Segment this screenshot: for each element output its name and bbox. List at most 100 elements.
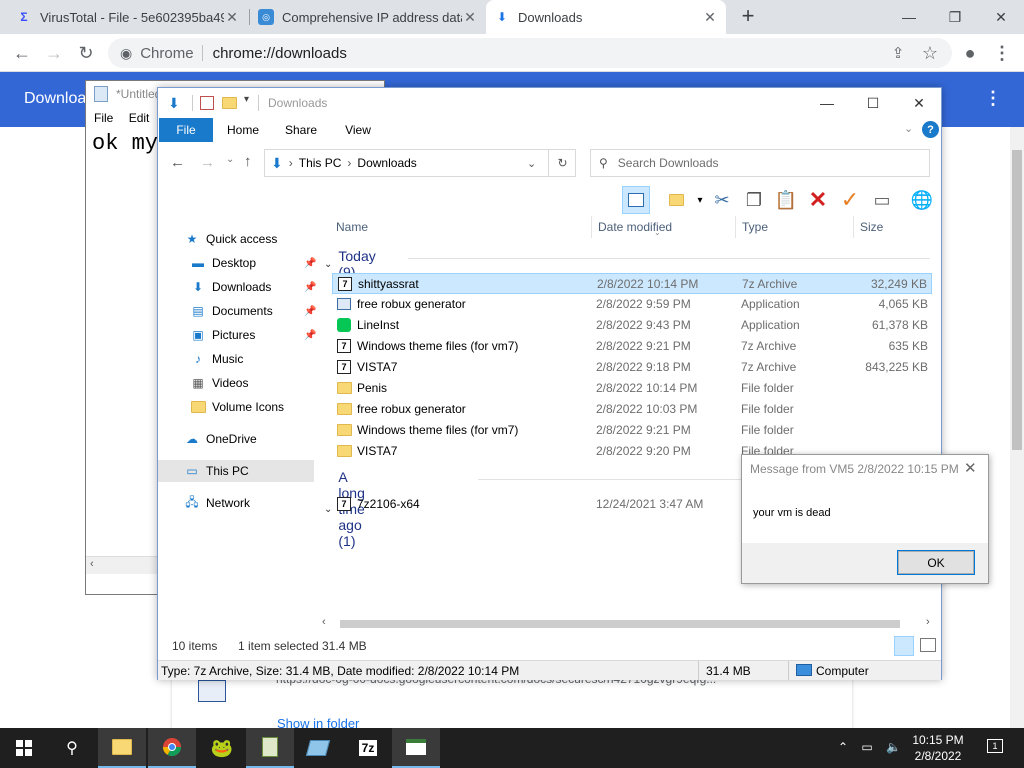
tab-virustotal[interactable]: Σ VirusTotal - File - 5e602395ba49 ✕	[8, 0, 248, 34]
rename-icon[interactable]: ▭	[868, 186, 896, 214]
new-tab-button[interactable]: +	[736, 5, 760, 29]
menu-kebab-icon[interactable]: ⋮	[990, 41, 1014, 65]
tab-view[interactable]: View	[333, 118, 383, 142]
menu-file[interactable]: File	[94, 111, 113, 125]
close-icon[interactable]: ✕	[964, 459, 977, 477]
nav-item-onedrive[interactable]: ☁ OneDrive	[184, 428, 257, 450]
breadcrumb-this-pc[interactable]: This PC	[299, 156, 342, 170]
menu-edit[interactable]: Edit	[129, 111, 150, 125]
show-hidden-icons[interactable]: ⌃	[838, 740, 848, 754]
tab-share[interactable]: Share	[276, 118, 326, 142]
help-icon[interactable]: ?	[922, 121, 939, 138]
taskbar-book-app[interactable]	[294, 728, 342, 768]
breadcrumb-downloads[interactable]: Downloads	[357, 156, 416, 170]
file-row[interactable]: LineInst 2/8/2022 9:43 PM Application 61,37…	[332, 315, 932, 336]
address-box[interactable]: ⬇ › This PC › Downloads ⌄	[264, 149, 576, 177]
cut-icon[interactable]: ✂	[708, 186, 736, 214]
tab-home[interactable]: Home	[218, 118, 268, 142]
scroll-thumb[interactable]	[340, 620, 900, 628]
properties-icon[interactable]	[200, 96, 214, 110]
taskbar-frog-app-icon[interactable]: 🐸	[198, 728, 246, 768]
taskbar-notepad[interactable]	[246, 728, 294, 768]
close-window-button[interactable]: ✕	[896, 88, 942, 118]
downloads-menu-icon[interactable]: ⋮	[984, 88, 1002, 109]
scroll-left-icon[interactable]: ‹	[90, 558, 94, 570]
forward-arrow-icon[interactable]: →	[200, 154, 215, 171]
file-row[interactable]: 7 VISTA7 2/8/2022 9:18 PM 7z Archive 843,225…	[332, 357, 932, 378]
nav-item-documents[interactable]: ▤ Documents 📌	[190, 300, 316, 322]
start-button[interactable]	[0, 728, 48, 768]
ok-button[interactable]: OK	[897, 550, 975, 575]
taskbar-chrome[interactable]	[148, 728, 196, 768]
recent-locations-icon[interactable]: ⌄	[226, 154, 234, 165]
bookmark-star-icon[interactable]: ☆	[918, 41, 942, 65]
notepad-text-area[interactable]: ok my	[92, 131, 158, 156]
maximize-button[interactable]: ☐	[850, 88, 896, 118]
collapse-chevron-icon[interactable]: ⌄	[324, 259, 332, 270]
close-icon[interactable]: ✕	[462, 9, 478, 26]
copy-icon[interactable]: ❐	[740, 186, 768, 214]
close-icon[interactable]: ✕	[224, 9, 240, 26]
delete-icon[interactable]: ✕	[804, 186, 832, 214]
search-input[interactable]: ⚲ Search Downloads	[590, 149, 930, 177]
minimize-button[interactable]: —	[804, 88, 850, 118]
nav-item-quick-access[interactable]: ★ Quick access	[184, 228, 278, 250]
close-window-button[interactable]: ✕	[978, 0, 1024, 34]
nav-item-volume-icons[interactable]: Volume Icons	[190, 396, 284, 418]
new-folder-icon[interactable]	[222, 97, 237, 109]
back-arrow-icon[interactable]: ←	[170, 154, 185, 171]
customize-toolbar-icon[interactable]: ▾	[244, 94, 249, 105]
large-icons-view-icon[interactable]	[920, 638, 936, 652]
column-date-modified[interactable]: Date modified	[592, 216, 736, 238]
share-icon[interactable]: ⇪	[886, 41, 910, 65]
tab-downloads[interactable]: ⬇ Downloads ✕	[486, 0, 726, 34]
tab-ipinfo[interactable]: ◎ Comprehensive IP address data, ✕	[250, 0, 486, 34]
file-row[interactable]: free robux generator 2/8/2022 10:03 PM Fil…	[332, 399, 932, 420]
pin-icon[interactable]: 📌	[304, 282, 316, 293]
nav-item-desktop[interactable]: ▬ Desktop 📌	[190, 252, 316, 274]
forward-button[interactable]: →	[42, 41, 66, 65]
page-scroll-thumb[interactable]	[1012, 150, 1022, 450]
search-icon[interactable]: ⚲	[48, 728, 96, 768]
restore-button[interactable]: ❐	[932, 0, 978, 34]
volume-muted-icon[interactable]: 🔈	[886, 740, 901, 754]
minimize-button[interactable]: —	[886, 0, 932, 34]
file-row[interactable]: Penis 2/8/2022 10:14 PM File folder	[332, 378, 932, 399]
taskbar-7zip[interactable]: 7z	[344, 728, 392, 768]
reload-button[interactable]: ↻	[74, 41, 98, 65]
profile-avatar-icon[interactable]: ●	[958, 41, 982, 65]
nav-item-music[interactable]: ♪ Music	[190, 348, 243, 370]
nav-item-network[interactable]: 🖧 Network	[184, 492, 250, 514]
refresh-button[interactable]: ↻	[548, 149, 576, 177]
file-row[interactable]: 7 Windows theme files (for vm7) 2/8/2022 9…	[332, 336, 932, 357]
address-dropdown-icon[interactable]: ⌄	[527, 157, 536, 170]
file-row[interactable]: 7 shittyassrat 2/8/2022 10:14 PM 7z Archive…	[332, 273, 932, 294]
network-icon[interactable]: ▭	[861, 740, 872, 754]
globe-icon[interactable]: 🌐	[908, 186, 936, 214]
nav-item-videos[interactable]: ▦ Videos	[190, 372, 248, 394]
address-bar[interactable]: ◉ Chrome chrome://downloads	[108, 38, 952, 68]
pin-icon[interactable]: 📌	[304, 258, 316, 269]
expand-ribbon-icon[interactable]: ⌄	[904, 122, 913, 135]
nav-item-pictures[interactable]: ▣ Pictures 📌	[190, 324, 316, 346]
nav-item-this-pc[interactable]: ▭ This PC	[158, 460, 314, 482]
pin-icon[interactable]: 📌	[304, 306, 316, 317]
preview-pane-icon[interactable]	[622, 186, 650, 214]
notification-center-icon[interactable]: 1	[984, 736, 1006, 758]
clock[interactable]: 10:15 PM 2/8/2022	[908, 732, 968, 764]
file-list-hscrollbar[interactable]: ‹ ›	[320, 616, 940, 632]
column-size[interactable]: Size	[854, 216, 934, 238]
column-name[interactable]: Name	[330, 216, 592, 238]
taskbar-window-app[interactable]	[392, 728, 440, 768]
checkmark-icon[interactable]: ✓	[836, 186, 864, 214]
tab-file[interactable]: File	[159, 118, 213, 142]
taskbar-file-explorer[interactable]	[98, 728, 146, 768]
details-view-icon[interactable]	[894, 636, 914, 656]
paste-icon[interactable]: 📋	[772, 186, 800, 214]
back-button[interactable]: ←	[10, 41, 34, 65]
file-row[interactable]: free robux generator 2/8/2022 9:59 PM Appl…	[332, 294, 932, 315]
scroll-right-icon[interactable]: ›	[926, 616, 930, 628]
pin-icon[interactable]: 📌	[304, 330, 316, 341]
column-type[interactable]: Type	[736, 216, 854, 238]
file-row[interactable]: Windows theme files (for vm7) 2/8/2022 9:…	[332, 420, 932, 441]
